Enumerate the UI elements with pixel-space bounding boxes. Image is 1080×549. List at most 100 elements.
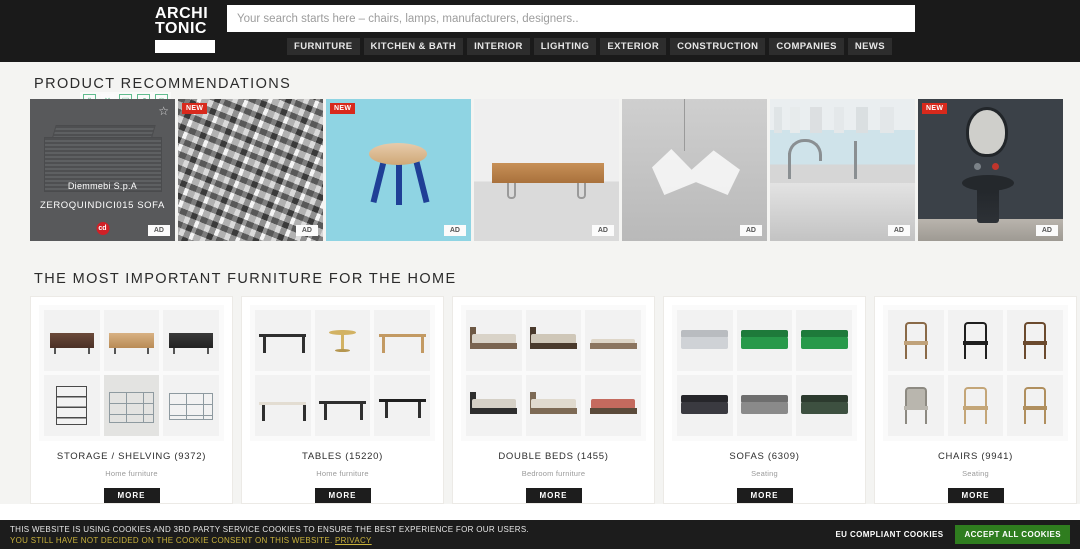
thumbnail xyxy=(948,375,1004,436)
thumbnail xyxy=(585,375,641,436)
category-label: TABLES (15220) xyxy=(250,441,435,462)
thumbnail xyxy=(677,310,733,371)
new-badge: NEW xyxy=(330,103,355,114)
category-card-double-beds[interactable]: DOUBLE BEDS (1455) Bedroom furniture MOR… xyxy=(452,296,655,504)
more-button[interactable]: MORE xyxy=(737,488,793,503)
mirror-shape xyxy=(966,107,1008,157)
ad-badge: AD xyxy=(296,225,318,236)
favorite-star-icon[interactable]: ☆ xyxy=(158,104,169,118)
tap-knob-icon xyxy=(974,163,981,170)
thumbnail xyxy=(255,375,311,436)
furniture-category-row: STORAGE / SHELVING (9372) Home furniture… xyxy=(0,287,1080,504)
privacy-link[interactable]: PRIVACY xyxy=(335,536,372,545)
nav-item-furniture[interactable]: FURNITURE xyxy=(287,38,360,55)
nav-item-kitchen-bath[interactable]: KITCHEN & BATH xyxy=(364,38,464,55)
product-card[interactable]: AD xyxy=(622,99,767,241)
category-label: DOUBLE BEDS (1455) xyxy=(461,441,646,462)
cookie-line-2-wrap: YOU STILL HAVE NOT DECIDED ON THE COOKIE… xyxy=(10,535,835,546)
nav-item-interior[interactable]: INTERIOR xyxy=(467,38,530,55)
category-sublabel: Home furniture xyxy=(250,462,435,478)
basin-bowl-shape xyxy=(962,175,1014,191)
tap-knob-icon xyxy=(992,163,999,170)
thumbnail xyxy=(163,375,219,436)
category-card-tables[interactable]: TABLES (15220) Home furniture MORE xyxy=(241,296,444,504)
eu-compliant-cookies-button[interactable]: EU COMPLIANT COOKIES xyxy=(835,530,943,539)
thumbnail xyxy=(796,375,852,436)
cookie-text: THIS WEBSITE IS USING COOKIES AND 3RD PA… xyxy=(10,524,835,546)
category-thumbnails xyxy=(39,305,224,441)
thumbnail xyxy=(737,375,793,436)
brand-mark-icon: cd xyxy=(96,222,109,235)
category-label: STORAGE / SHELVING (9372) xyxy=(39,441,224,462)
thumbnail xyxy=(374,375,430,436)
product-card[interactable]: AD xyxy=(770,99,915,241)
thumbnail xyxy=(948,310,1004,371)
recommendations-carousel[interactable]: ☆ Diemmebi S.p.A ZEROQUINDICI015 SOFA cd… xyxy=(0,92,1080,241)
category-sublabel: Seating xyxy=(883,462,1068,478)
ad-badge: AD xyxy=(592,225,614,236)
product-image xyxy=(770,99,915,241)
product-brand: Diemmebi S.p.A xyxy=(30,181,175,191)
cookie-line-1: THIS WEBSITE IS USING COOKIES AND 3RD PA… xyxy=(10,524,835,535)
thumbnail xyxy=(104,375,160,436)
bench-top-shape xyxy=(492,163,604,183)
category-card-chairs[interactable]: CHAIRS (9941) Seating MORE xyxy=(874,296,1077,504)
category-thumbnails xyxy=(250,305,435,441)
product-card[interactable]: ☆ Diemmebi S.p.A ZEROQUINDICI015 SOFA cd… xyxy=(30,99,175,241)
category-sublabel: Bedroom furniture xyxy=(461,462,646,478)
nav-item-news[interactable]: NEWS xyxy=(848,38,892,55)
ad-badge: AD xyxy=(1036,225,1058,236)
faucet-handshower-shape xyxy=(854,141,857,179)
cookie-line-2: YOU STILL HAVE NOT DECIDED ON THE COOKIE… xyxy=(10,536,333,545)
category-label: CHAIRS (9941) xyxy=(883,441,1068,462)
search-bar[interactable] xyxy=(227,5,915,32)
ad-badge: AD xyxy=(888,225,910,236)
product-card[interactable]: NEW AD xyxy=(178,99,323,241)
more-button[interactable]: MORE xyxy=(104,488,160,503)
bench-foot-shape xyxy=(577,183,586,199)
main-nav: FURNITURE KITCHEN & BATH INTERIOR LIGHTI… xyxy=(287,38,1080,55)
product-card[interactable]: NEW AD xyxy=(326,99,471,241)
more-button[interactable]: MORE xyxy=(315,488,371,503)
nav-item-construction[interactable]: CONSTRUCTION xyxy=(670,38,765,55)
thumbnail xyxy=(44,375,100,436)
thumbnail xyxy=(44,310,100,371)
recommendations-title: PRODUCT RECOMMENDATIONS xyxy=(0,62,1080,92)
category-card-storage[interactable]: STORAGE / SHELVING (9372) Home furniture… xyxy=(30,296,233,504)
ad-badge: AD xyxy=(444,225,466,236)
nav-item-exterior[interactable]: EXTERIOR xyxy=(600,38,666,55)
category-sublabel: Seating xyxy=(672,462,857,478)
more-button[interactable]: MORE xyxy=(526,488,582,503)
thumbnail xyxy=(466,310,522,371)
thumbnail xyxy=(888,375,944,436)
thumbnail xyxy=(315,310,371,371)
product-image xyxy=(622,99,767,241)
logo-white-bar xyxy=(155,40,215,53)
nav-item-lighting[interactable]: LIGHTING xyxy=(534,38,597,55)
category-thumbnails xyxy=(883,305,1068,441)
site-logo[interactable]: ARCHI TONIC xyxy=(155,0,221,53)
city-skyline-shape xyxy=(770,107,915,133)
new-badge: NEW xyxy=(182,103,207,114)
thumbnail xyxy=(1007,375,1063,436)
category-card-sofas[interactable]: SOFAS (6309) Seating MORE xyxy=(663,296,866,504)
product-image xyxy=(474,99,619,241)
search-input[interactable] xyxy=(237,5,915,32)
stool-seat-shape xyxy=(369,143,427,165)
lamp-shade-shape xyxy=(652,149,740,195)
thumbnail xyxy=(796,310,852,371)
stool-leg-icon xyxy=(396,159,402,205)
faucet-body-shape xyxy=(788,153,791,179)
thumbnail xyxy=(888,310,944,371)
more-button[interactable]: MORE xyxy=(948,488,1004,503)
accept-all-cookies-button[interactable]: ACCEPT ALL COOKIES xyxy=(955,525,1070,544)
category-thumbnails xyxy=(672,305,857,441)
header-right: FURNITURE KITCHEN & BATH INTERIOR LIGHTI… xyxy=(221,0,1080,55)
product-card[interactable]: AD xyxy=(474,99,619,241)
faucet-arc-shape xyxy=(788,139,822,161)
logo-line-2: TONIC xyxy=(155,21,221,36)
logo-line-1: ARCHI xyxy=(155,6,221,21)
nav-item-companies[interactable]: COMPANIES xyxy=(769,38,843,55)
product-card[interactable]: NEW AD xyxy=(918,99,1063,241)
page-body: PRODUCT RECOMMENDATIONS ▯ ✕ ▤ ↗ ◎ ☆ Diem… xyxy=(0,62,1080,504)
